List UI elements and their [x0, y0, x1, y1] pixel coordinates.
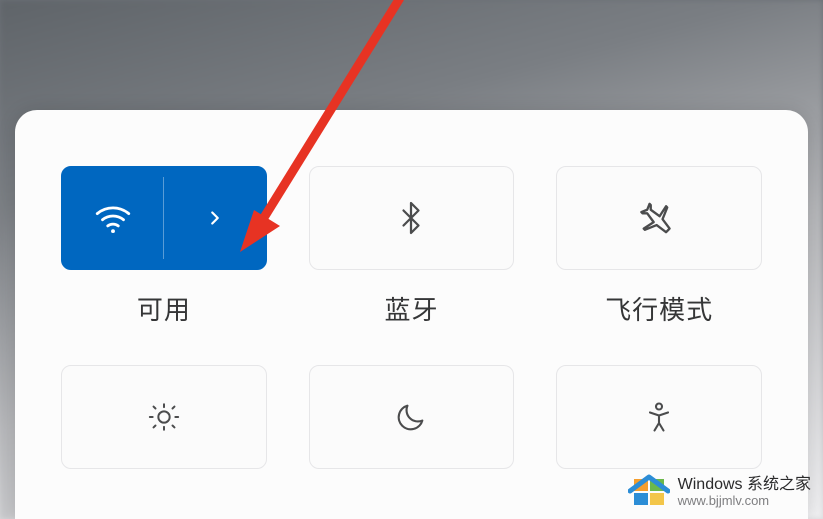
- night-tile-group: [309, 365, 515, 469]
- wifi-icon: [92, 197, 134, 239]
- bluetooth-tile-group: 蓝牙: [309, 166, 515, 327]
- accessibility-icon: [641, 399, 677, 435]
- accessibility-tile[interactable]: [556, 365, 762, 469]
- accessibility-tile-group: [556, 365, 762, 469]
- watermark: Windows 系统之家 www.bjjmlv.com: [628, 471, 811, 513]
- brightness-tile[interactable]: [61, 365, 267, 469]
- moon-icon: [394, 400, 428, 434]
- airplane-label: 飞行模式: [605, 290, 713, 327]
- brightness-tile-group: [61, 365, 267, 469]
- watermark-title: Windows 系统之家: [678, 476, 811, 494]
- bluetooth-icon: [393, 200, 429, 236]
- quick-settings-panel: 可用 蓝牙 飞行模式: [15, 110, 808, 519]
- wifi-toggle[interactable]: [62, 167, 163, 269]
- wifi-tile[interactable]: [61, 166, 267, 270]
- brightness-icon: [147, 400, 181, 434]
- bluetooth-tile[interactable]: [309, 166, 515, 270]
- airplane-icon: [639, 198, 679, 238]
- watermark-text: Windows 系统之家 www.bjjmlv.com: [678, 476, 811, 508]
- watermark-url: www.bjjmlv.com: [678, 494, 811, 508]
- wifi-tile-group: 可用: [61, 166, 267, 327]
- wifi-expand-button[interactable]: [164, 167, 265, 269]
- wifi-label: 可用: [137, 290, 191, 327]
- airplane-tile-group: 飞行模式: [556, 166, 762, 327]
- watermark-logo-icon: [628, 471, 670, 513]
- airplane-tile[interactable]: [556, 166, 762, 270]
- chevron-right-icon: [204, 207, 226, 229]
- tiles-grid: 可用 蓝牙 飞行模式: [61, 166, 762, 469]
- night-light-tile[interactable]: [309, 365, 515, 469]
- bluetooth-label: 蓝牙: [384, 290, 438, 327]
